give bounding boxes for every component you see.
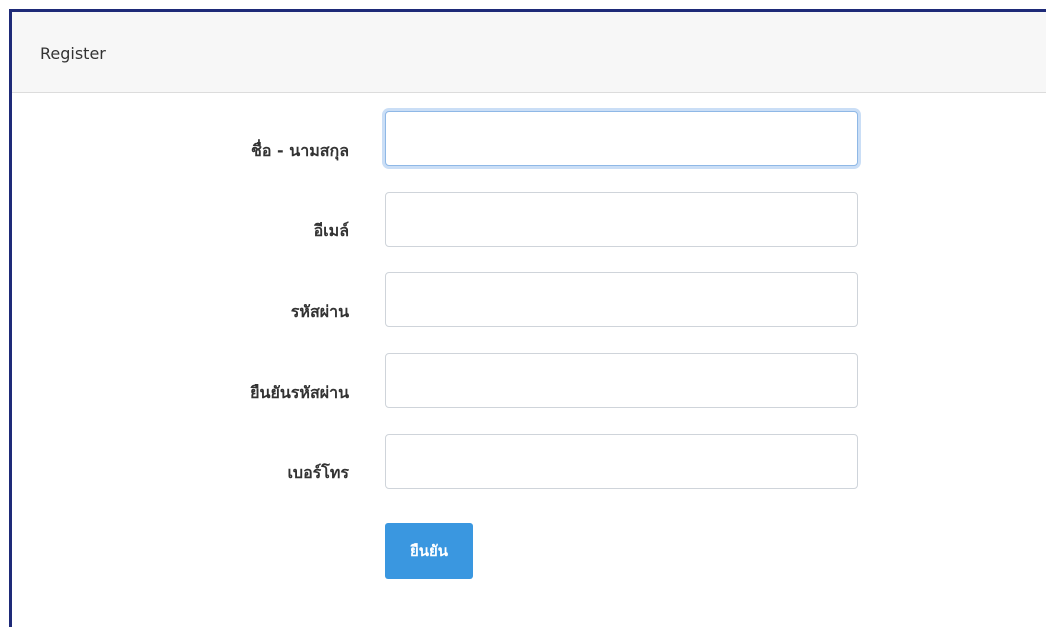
register-card: Register ชื่อ - นามสกุล อีเมล์ รหัสผ่าน …	[9, 9, 1046, 627]
confirm-password-label: ยืนยันรหัสผ่าน	[250, 383, 349, 402]
page: Register ชื่อ - นามสกุล อีเมล์ รหัสผ่าน …	[0, 0, 1046, 627]
card-header: Register	[12, 12, 1046, 93]
fullname-field[interactable]	[385, 111, 858, 166]
phone-label: เบอร์โทร	[287, 463, 349, 482]
left-edge	[0, 9, 9, 627]
fullname-label: ชื่อ - นามสกุล	[251, 141, 349, 160]
password-field[interactable]	[385, 272, 858, 327]
confirm-button[interactable]: ยืนยัน	[385, 523, 473, 579]
top-strip	[0, 0, 1046, 9]
phone-field[interactable]	[385, 434, 858, 489]
email-label: อีเมล์	[313, 221, 349, 240]
card-title: Register	[40, 44, 106, 63]
email-field[interactable]	[385, 192, 858, 247]
password-label: รหัสผ่าน	[290, 302, 349, 321]
confirm-password-field[interactable]	[385, 353, 858, 408]
